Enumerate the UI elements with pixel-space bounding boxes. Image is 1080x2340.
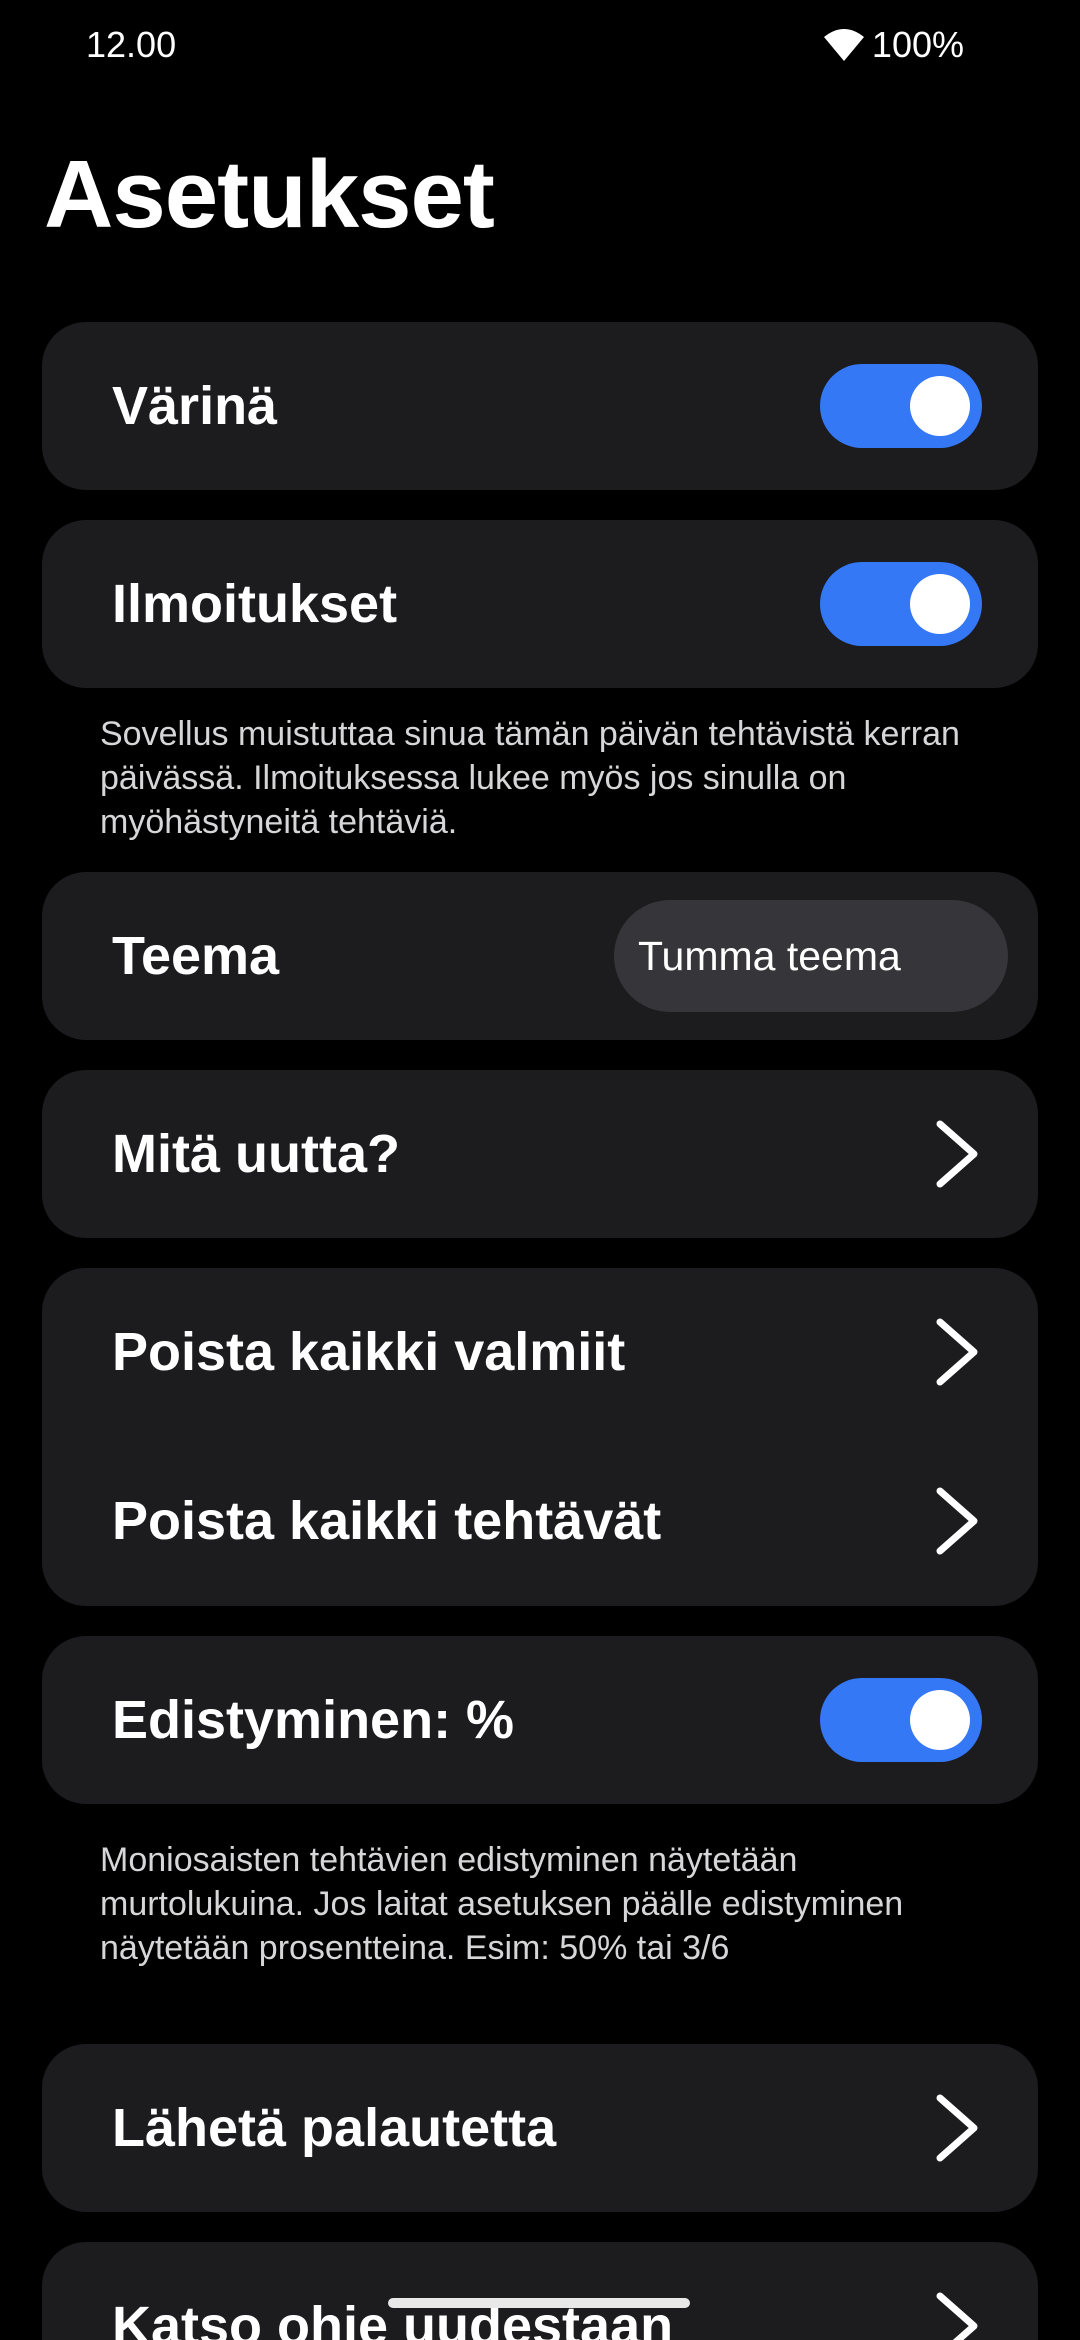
progress-percent-toggle[interactable] xyxy=(820,1678,982,1762)
theme-row: Teema Tumma teema xyxy=(42,872,1038,1040)
battery-percentage: 100% xyxy=(871,24,964,65)
delete-card: Poista kaikki valmiit Poista kaikki teht… xyxy=(42,1268,1038,1606)
delete-done-row[interactable]: Poista kaikki valmiit xyxy=(42,1268,1038,1436)
chevron-right-icon xyxy=(932,1118,982,1190)
progress-percent-row: Edistyminen: % xyxy=(42,1636,1038,1804)
whats-new-label: Mitä uutta? xyxy=(112,1124,400,1184)
theme-select[interactable]: Tumma teema xyxy=(614,900,1008,1012)
notifications-card: Ilmoitukset xyxy=(42,520,1038,688)
notifications-label: Ilmoitukset xyxy=(112,574,398,634)
delete-all-label: Poista kaikki tehtävät xyxy=(112,1491,662,1551)
toggle-knob xyxy=(910,574,970,634)
home-indicator[interactable] xyxy=(388,2298,690,2308)
feedback-row[interactable]: Lähetä palautetta xyxy=(42,2044,1038,2212)
theme-card: Teema Tumma teema xyxy=(42,872,1038,1040)
delete-done-label: Poista kaikki valmiit xyxy=(112,1322,626,1382)
notifications-description: Sovellus muistuttaa sinua tämän päivän t… xyxy=(100,715,960,841)
settings-screen: 12.00 100% Asetukset Värinä Ilmoitukset xyxy=(0,0,1080,2340)
toggle-knob xyxy=(910,1690,970,1750)
delete-all-row[interactable]: Poista kaikki tehtävät xyxy=(42,1436,1038,1606)
status-time: 12.00 xyxy=(86,24,177,65)
vibration-toggle[interactable] xyxy=(820,364,982,448)
theme-label: Teema xyxy=(112,926,280,986)
status-bar: 12.00 100% xyxy=(0,0,1080,90)
feedback-label: Lähetä palautetta xyxy=(112,2098,557,2158)
chevron-right-icon xyxy=(932,1316,982,1388)
notifications-toggle[interactable] xyxy=(820,562,982,646)
feedback-card[interactable]: Lähetä palautetta xyxy=(42,2044,1038,2212)
vibration-row: Värinä xyxy=(42,322,1038,490)
chevron-right-icon xyxy=(932,1485,982,1557)
status-indicators: 100% xyxy=(822,24,964,66)
progress-percent-card: Edistyminen: % xyxy=(42,1636,1038,1804)
notifications-row: Ilmoitukset xyxy=(42,520,1038,688)
guide-card[interactable]: Katso ohje uudestaan xyxy=(42,2242,1038,2340)
vibration-card: Värinä xyxy=(42,322,1038,490)
whats-new-card[interactable]: Mitä uutta? xyxy=(42,1070,1038,1238)
progress-percent-label: Edistyminen: % xyxy=(112,1690,515,1750)
chevron-right-icon xyxy=(932,2290,982,2340)
vibration-label: Värinä xyxy=(112,376,278,436)
whats-new-row[interactable]: Mitä uutta? xyxy=(42,1070,1038,1238)
chevron-right-icon xyxy=(932,2092,982,2164)
progress-percent-description: Moniosaisten tehtävien edistyminen näyte… xyxy=(100,1841,904,1967)
guide-row[interactable]: Katso ohje uudestaan xyxy=(42,2242,1038,2340)
toggle-knob xyxy=(910,376,970,436)
page-title: Asetukset xyxy=(44,141,495,248)
wifi-icon xyxy=(822,27,866,63)
